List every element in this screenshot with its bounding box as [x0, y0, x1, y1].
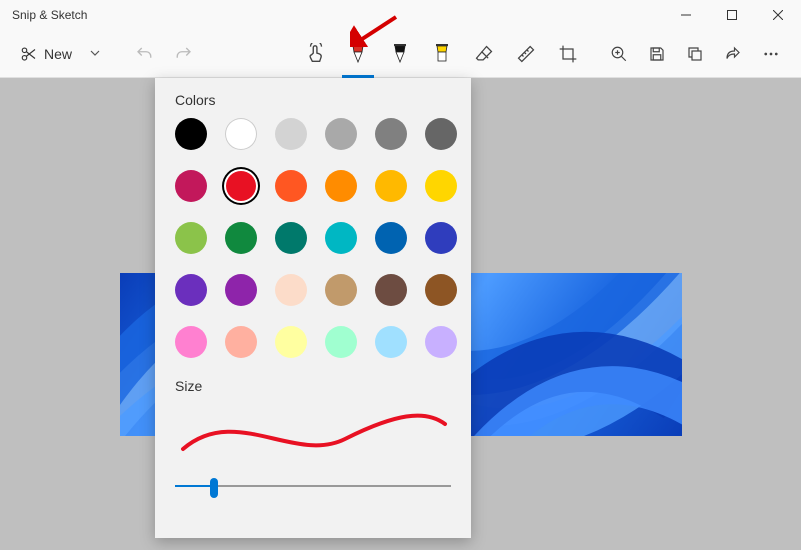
color-swatch[interactable] — [375, 274, 407, 306]
toolbar: New — [0, 30, 801, 78]
pen-flyout: Colors Size — [155, 78, 471, 538]
eraser-button[interactable] — [464, 30, 504, 78]
color-swatch[interactable] — [375, 326, 407, 358]
snip-sketch-window: Snip & Sketch New — [0, 0, 801, 550]
color-swatch[interactable] — [325, 326, 357, 358]
color-swatch[interactable] — [425, 118, 457, 150]
color-swatch[interactable] — [425, 170, 457, 202]
color-swatch[interactable] — [175, 274, 207, 306]
color-swatch[interactable] — [425, 274, 457, 306]
color-swatch[interactable] — [325, 118, 357, 150]
crop-button[interactable] — [548, 30, 588, 78]
new-label: New — [44, 46, 72, 62]
color-swatch[interactable] — [175, 118, 207, 150]
color-swatch[interactable] — [375, 118, 407, 150]
color-swatch-grid — [175, 118, 451, 358]
pencil-button[interactable] — [380, 30, 420, 78]
more-icon — [762, 45, 780, 63]
toolbar-right — [601, 36, 789, 72]
ruler-button[interactable] — [506, 30, 546, 78]
size-label: Size — [175, 378, 451, 394]
crop-icon — [558, 44, 578, 64]
ballpoint-pen-button[interactable] — [338, 30, 378, 78]
color-swatch[interactable] — [375, 222, 407, 254]
size-preview — [175, 404, 451, 464]
highlighter-button[interactable] — [422, 30, 462, 78]
color-swatch[interactable] — [275, 326, 307, 358]
zoom-button[interactable] — [601, 36, 637, 72]
color-swatch[interactable] — [225, 222, 257, 254]
close-button[interactable] — [755, 0, 801, 30]
pencil-icon — [391, 44, 409, 64]
color-swatch[interactable] — [225, 274, 257, 306]
redo-button[interactable] — [166, 36, 202, 72]
color-swatch[interactable] — [175, 170, 207, 202]
slider-fill — [175, 485, 214, 487]
chevron-down-icon — [90, 48, 100, 58]
tool-group — [296, 30, 588, 78]
color-swatch[interactable] — [225, 118, 257, 150]
color-swatch[interactable] — [175, 326, 207, 358]
scissors-icon — [20, 45, 38, 63]
maximize-button[interactable] — [709, 0, 755, 30]
pen-icon — [349, 44, 367, 64]
color-swatch[interactable] — [325, 170, 357, 202]
copy-button[interactable] — [677, 36, 713, 72]
color-swatch[interactable] — [375, 170, 407, 202]
slider-thumb[interactable] — [210, 478, 218, 498]
color-swatch[interactable] — [275, 274, 307, 306]
highlighter-icon — [433, 44, 451, 64]
copy-icon — [686, 45, 704, 63]
window-controls — [663, 0, 801, 30]
toolbar-left: New — [12, 36, 202, 72]
color-swatch[interactable] — [226, 171, 256, 201]
more-button[interactable] — [753, 36, 789, 72]
color-swatch[interactable] — [225, 326, 257, 358]
undo-button[interactable] — [126, 36, 162, 72]
new-snip-button[interactable]: New — [12, 39, 80, 69]
color-swatch[interactable] — [425, 222, 457, 254]
eraser-icon — [474, 44, 494, 64]
colors-label: Colors — [175, 92, 451, 108]
zoom-icon — [610, 45, 628, 63]
stroke-preview — [175, 404, 451, 464]
share-icon — [724, 45, 742, 63]
color-swatch[interactable] — [425, 326, 457, 358]
titlebar: Snip & Sketch — [0, 0, 801, 30]
save-icon — [648, 45, 666, 63]
color-swatch[interactable] — [325, 222, 357, 254]
color-swatch[interactable] — [275, 170, 307, 202]
color-swatch[interactable] — [275, 118, 307, 150]
share-button[interactable] — [715, 36, 751, 72]
save-button[interactable] — [639, 36, 675, 72]
new-dropdown-button[interactable] — [84, 43, 106, 65]
minimize-button[interactable] — [663, 0, 709, 30]
color-swatch[interactable] — [275, 222, 307, 254]
undo-icon — [135, 45, 153, 63]
size-section: Size — [175, 378, 451, 496]
touch-writing-button[interactable] — [296, 30, 336, 78]
color-swatch[interactable] — [325, 274, 357, 306]
color-swatch[interactable] — [175, 222, 207, 254]
window-title: Snip & Sketch — [12, 8, 87, 22]
touch-icon — [305, 43, 327, 65]
redo-icon — [175, 45, 193, 63]
ruler-icon — [516, 44, 536, 64]
size-slider[interactable] — [175, 476, 451, 496]
